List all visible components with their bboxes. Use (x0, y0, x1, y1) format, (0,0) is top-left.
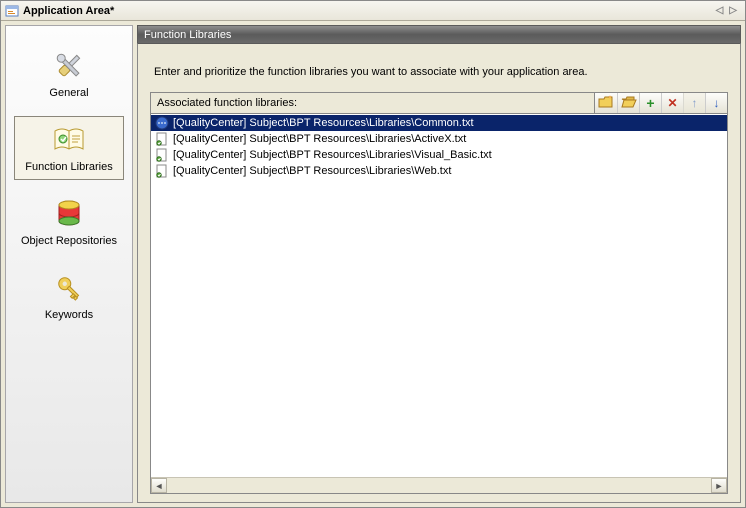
sidebar-item-label: General (49, 87, 88, 99)
move-down-button[interactable]: ↓ (705, 93, 727, 113)
library-row[interactable]: [QualityCenter] Subject\BPT Resources\Li… (151, 147, 727, 163)
open-folder-icon (621, 95, 637, 112)
library-row[interactable]: [QualityCenter] Subject\BPT Resources\Li… (151, 131, 727, 147)
main-panel: Function Libraries Enter and prioritize … (137, 25, 741, 503)
associated-label-text: Associated function libraries: (157, 97, 297, 109)
app-icon (5, 4, 19, 18)
panel-title: Function Libraries (144, 29, 231, 41)
qc-file-icon (155, 116, 169, 130)
database-icon (52, 197, 86, 231)
open-folder-button[interactable] (617, 93, 639, 113)
sidebar-item-label: Keywords (45, 309, 93, 321)
new-folder-button[interactable] (595, 93, 617, 113)
titlebar: Application Area* ◁ ▷ (1, 1, 745, 21)
qc-file-icon (155, 132, 169, 146)
remove-button[interactable]: ✕ (661, 93, 683, 113)
plus-icon: + (646, 96, 654, 110)
tab-nav-arrows: ◁ ▷ (716, 5, 741, 16)
library-path: [QualityCenter] Subject\BPT Resources\Li… (173, 117, 474, 129)
library-path: [QualityCenter] Subject\BPT Resources\Li… (173, 149, 492, 161)
sidebar-item-object-repositories[interactable]: Object Repositories (14, 190, 124, 254)
arrow-up-icon: ↑ (692, 96, 698, 110)
tab-prev-icon[interactable]: ◁ (716, 5, 724, 16)
book-icon (52, 123, 86, 157)
application-window: Application Area* ◁ ▷ (0, 0, 746, 508)
window-title: Application Area* (23, 5, 114, 17)
library-path: [QualityCenter] Subject\BPT Resources\Li… (173, 133, 466, 145)
qc-file-icon (155, 148, 169, 162)
library-toolbar: + ✕ ↑ ↓ (594, 92, 728, 114)
add-button[interactable]: + (639, 93, 661, 113)
library-row[interactable]: [QualityCenter] Subject\BPT Resources\Li… (151, 115, 727, 131)
associated-label: Associated function libraries: (150, 92, 594, 114)
sidebar-item-general[interactable]: General (14, 42, 124, 106)
new-folder-icon (598, 95, 614, 112)
move-up-button: ↑ (683, 93, 705, 113)
qc-file-icon (155, 164, 169, 178)
library-row[interactable]: [QualityCenter] Subject\BPT Resources\Li… (151, 163, 727, 179)
key-icon (52, 271, 86, 305)
sidebar: General Function Libraries (5, 25, 133, 503)
library-listbox[interactable]: [QualityCenter] Subject\BPT Resources\Li… (150, 114, 728, 494)
sidebar-item-label: Object Repositories (21, 235, 117, 247)
scroll-left-icon[interactable]: ◄ (151, 478, 167, 493)
library-path: [QualityCenter] Subject\BPT Resources\Li… (173, 165, 451, 177)
sidebar-item-function-libraries[interactable]: Function Libraries (14, 116, 124, 180)
sidebar-item-label: Function Libraries (25, 161, 112, 173)
remove-icon: ✕ (667, 96, 677, 110)
tools-icon (52, 49, 86, 83)
instruction-text: Enter and prioritize the function librar… (154, 66, 728, 78)
tab-next-icon[interactable]: ▷ (729, 5, 737, 16)
sidebar-item-keywords[interactable]: Keywords (14, 264, 124, 328)
panel-header: Function Libraries (137, 25, 741, 43)
arrow-down-icon: ↓ (714, 96, 720, 110)
scroll-right-icon[interactable]: ► (711, 478, 727, 493)
horizontal-scrollbar[interactable]: ◄ ► (151, 477, 727, 493)
